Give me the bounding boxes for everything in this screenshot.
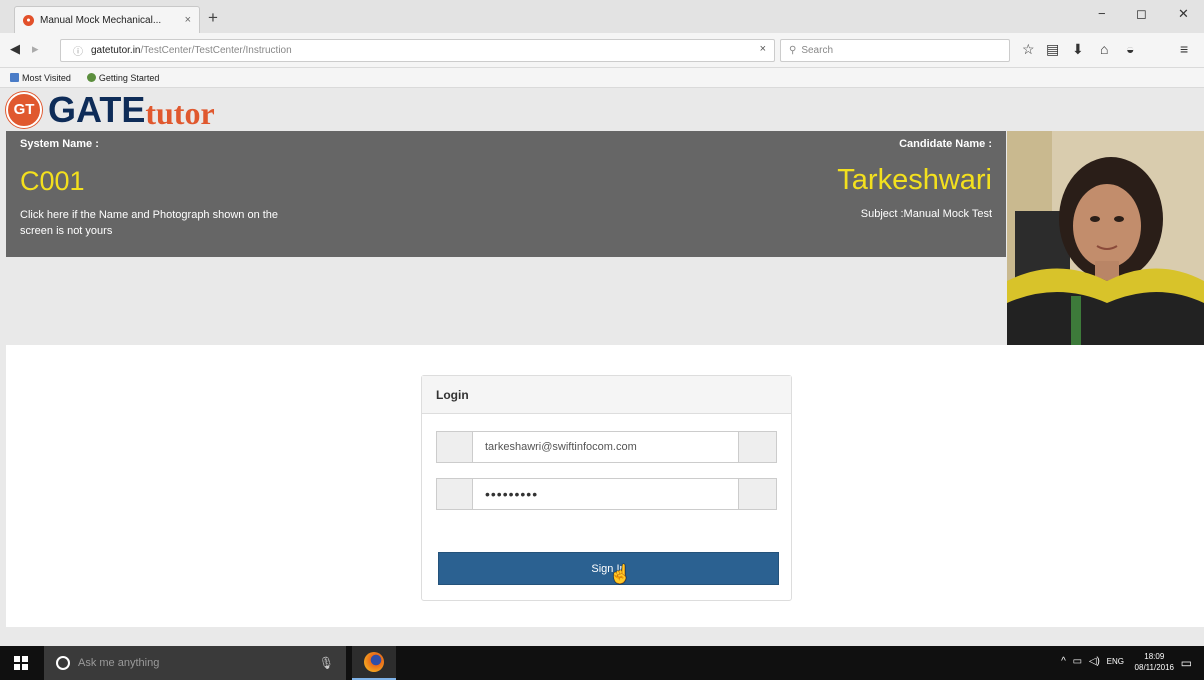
cortana-search[interactable]: Ask me anything 🎙 (44, 646, 346, 680)
forward-icon[interactable]: ▸ (32, 41, 39, 57)
menu-icon[interactable]: ≡ (1180, 41, 1188, 57)
firefox-taskbar-button[interactable] (352, 646, 396, 680)
clear-url-icon[interactable]: × (760, 43, 766, 55)
search-placeholder: Search (801, 45, 834, 56)
email-input[interactable]: tarkeshawri@swiftinfocom.com (473, 432, 738, 462)
notification-icon[interactable]: ▭ (1181, 656, 1192, 670)
candidate-name-label: Candidate Name : (899, 138, 992, 150)
bookmark-most-visited[interactable]: Most Visited (10, 72, 79, 83)
password-addon (437, 479, 473, 509)
search-icon: ⚲ (789, 45, 797, 56)
globe-icon (86, 72, 96, 82)
email-addon (437, 432, 473, 462)
logo-tutor-text: tutor (145, 95, 215, 131)
candidate-photo (1007, 131, 1204, 345)
address-bar[interactable]: ⓘ gatetutor.in /TestCenter/TestCenter/In… (60, 39, 775, 62)
clock[interactable]: 18:09 08/11/2016 (1135, 651, 1174, 673)
login-panel: Login tarkeshawri@swiftinfocom.com •••••… (421, 375, 792, 601)
minimize-icon[interactable]: − (1098, 6, 1106, 21)
volume-icon[interactable]: ◁) (1089, 656, 1100, 667)
new-tab-button[interactable]: + (208, 8, 218, 28)
firefox-icon (364, 652, 384, 672)
system-tray[interactable]: ^ ▭ ◁) ENG (1061, 656, 1124, 667)
url-host: gatetutor.in (91, 45, 141, 56)
tab-close-icon[interactable]: × (185, 14, 191, 26)
favicon-icon: ● (23, 14, 34, 26)
email-field[interactable]: tarkeshawri@swiftinfocom.com (436, 431, 777, 463)
not-yours-link[interactable]: Click here if the Name and Photograph sh… (20, 207, 280, 239)
candidate-name-value: Tarkeshwari (837, 164, 992, 196)
pocket-icon[interactable]: ◒ (1126, 41, 1134, 57)
login-area: Login tarkeshawri@swiftinfocom.com •••••… (6, 345, 1204, 627)
microphone-icon[interactable]: 🎙 (319, 656, 334, 670)
candidate-info-band: System Name : C001 Click here if the Nam… (6, 131, 1006, 257)
clock-time: 18:09 (1144, 652, 1165, 661)
windows-taskbar: Ask me anything 🎙 ^ ▭ ◁) ENG 18:09 08/11… (0, 646, 1204, 680)
screen: ● Manual Mock Mechanical... × + − ◻ ✕ ◀ … (0, 0, 1204, 680)
system-name-label: System Name : (20, 138, 99, 150)
folder-icon (10, 72, 19, 82)
back-icon[interactable]: ◀ (10, 41, 20, 57)
hand-cursor-icon: ☝ (609, 564, 632, 584)
subject-text: Subject :Manual Mock Test (860, 208, 992, 220)
search-bar[interactable]: ⚲ Search (780, 39, 1010, 62)
maximize-icon[interactable]: ◻ (1136, 6, 1147, 22)
site-logo[interactable]: GT GATE tutor (6, 88, 1006, 131)
logo-badge: GT (6, 91, 42, 128)
info-icon[interactable]: ⓘ (73, 43, 83, 58)
tab-title: Manual Mock Mechanical... (40, 14, 162, 26)
home-icon[interactable]: ⌂ (1100, 41, 1108, 57)
password-field[interactable]: ••••••••• (436, 478, 777, 510)
url-path: /TestCenter/TestCenter/Instruction (140, 45, 292, 56)
windows-start-icon[interactable] (14, 656, 28, 670)
bookmark-getting-started[interactable]: Getting Started (86, 72, 168, 83)
password-addon-right (738, 479, 776, 509)
language-indicator[interactable]: ENG (1107, 657, 1124, 666)
email-addon-right (738, 432, 776, 462)
sign-in-button[interactable]: Sign In ☝ (438, 552, 779, 585)
network-icon[interactable]: ▭ (1073, 656, 1082, 667)
bookmarks-toolbar: Most Visited Getting Started (0, 68, 1204, 88)
login-heading: Login (422, 376, 791, 414)
password-input[interactable]: ••••••••• (473, 479, 738, 509)
browser-tab[interactable]: ● Manual Mock Mechanical... × (14, 6, 200, 33)
system-name-value: C001 (20, 166, 85, 196)
cortana-icon (56, 656, 70, 670)
cortana-placeholder: Ask me anything (78, 657, 160, 669)
tray-chevron-icon[interactable]: ^ (1061, 656, 1066, 667)
clock-date: 08/11/2016 (1134, 663, 1174, 672)
browser-tabbar: ● Manual Mock Mechanical... × + − ◻ ✕ (0, 0, 1204, 33)
logo-gate-text: GATE (48, 88, 146, 130)
close-window-icon[interactable]: ✕ (1178, 6, 1189, 22)
downloads-icon[interactable]: ⬇ (1072, 41, 1084, 58)
bookmark-star-icon[interactable]: ☆ (1022, 41, 1035, 58)
browser-navbar: ◀ ▸ ⓘ gatetutor.in /TestCenter/TestCente… (0, 33, 1204, 68)
bookmarks-list-icon[interactable]: ▤ (1046, 41, 1059, 58)
web-page: GT GATE tutor System Name : C001 Click h… (0, 88, 1204, 646)
